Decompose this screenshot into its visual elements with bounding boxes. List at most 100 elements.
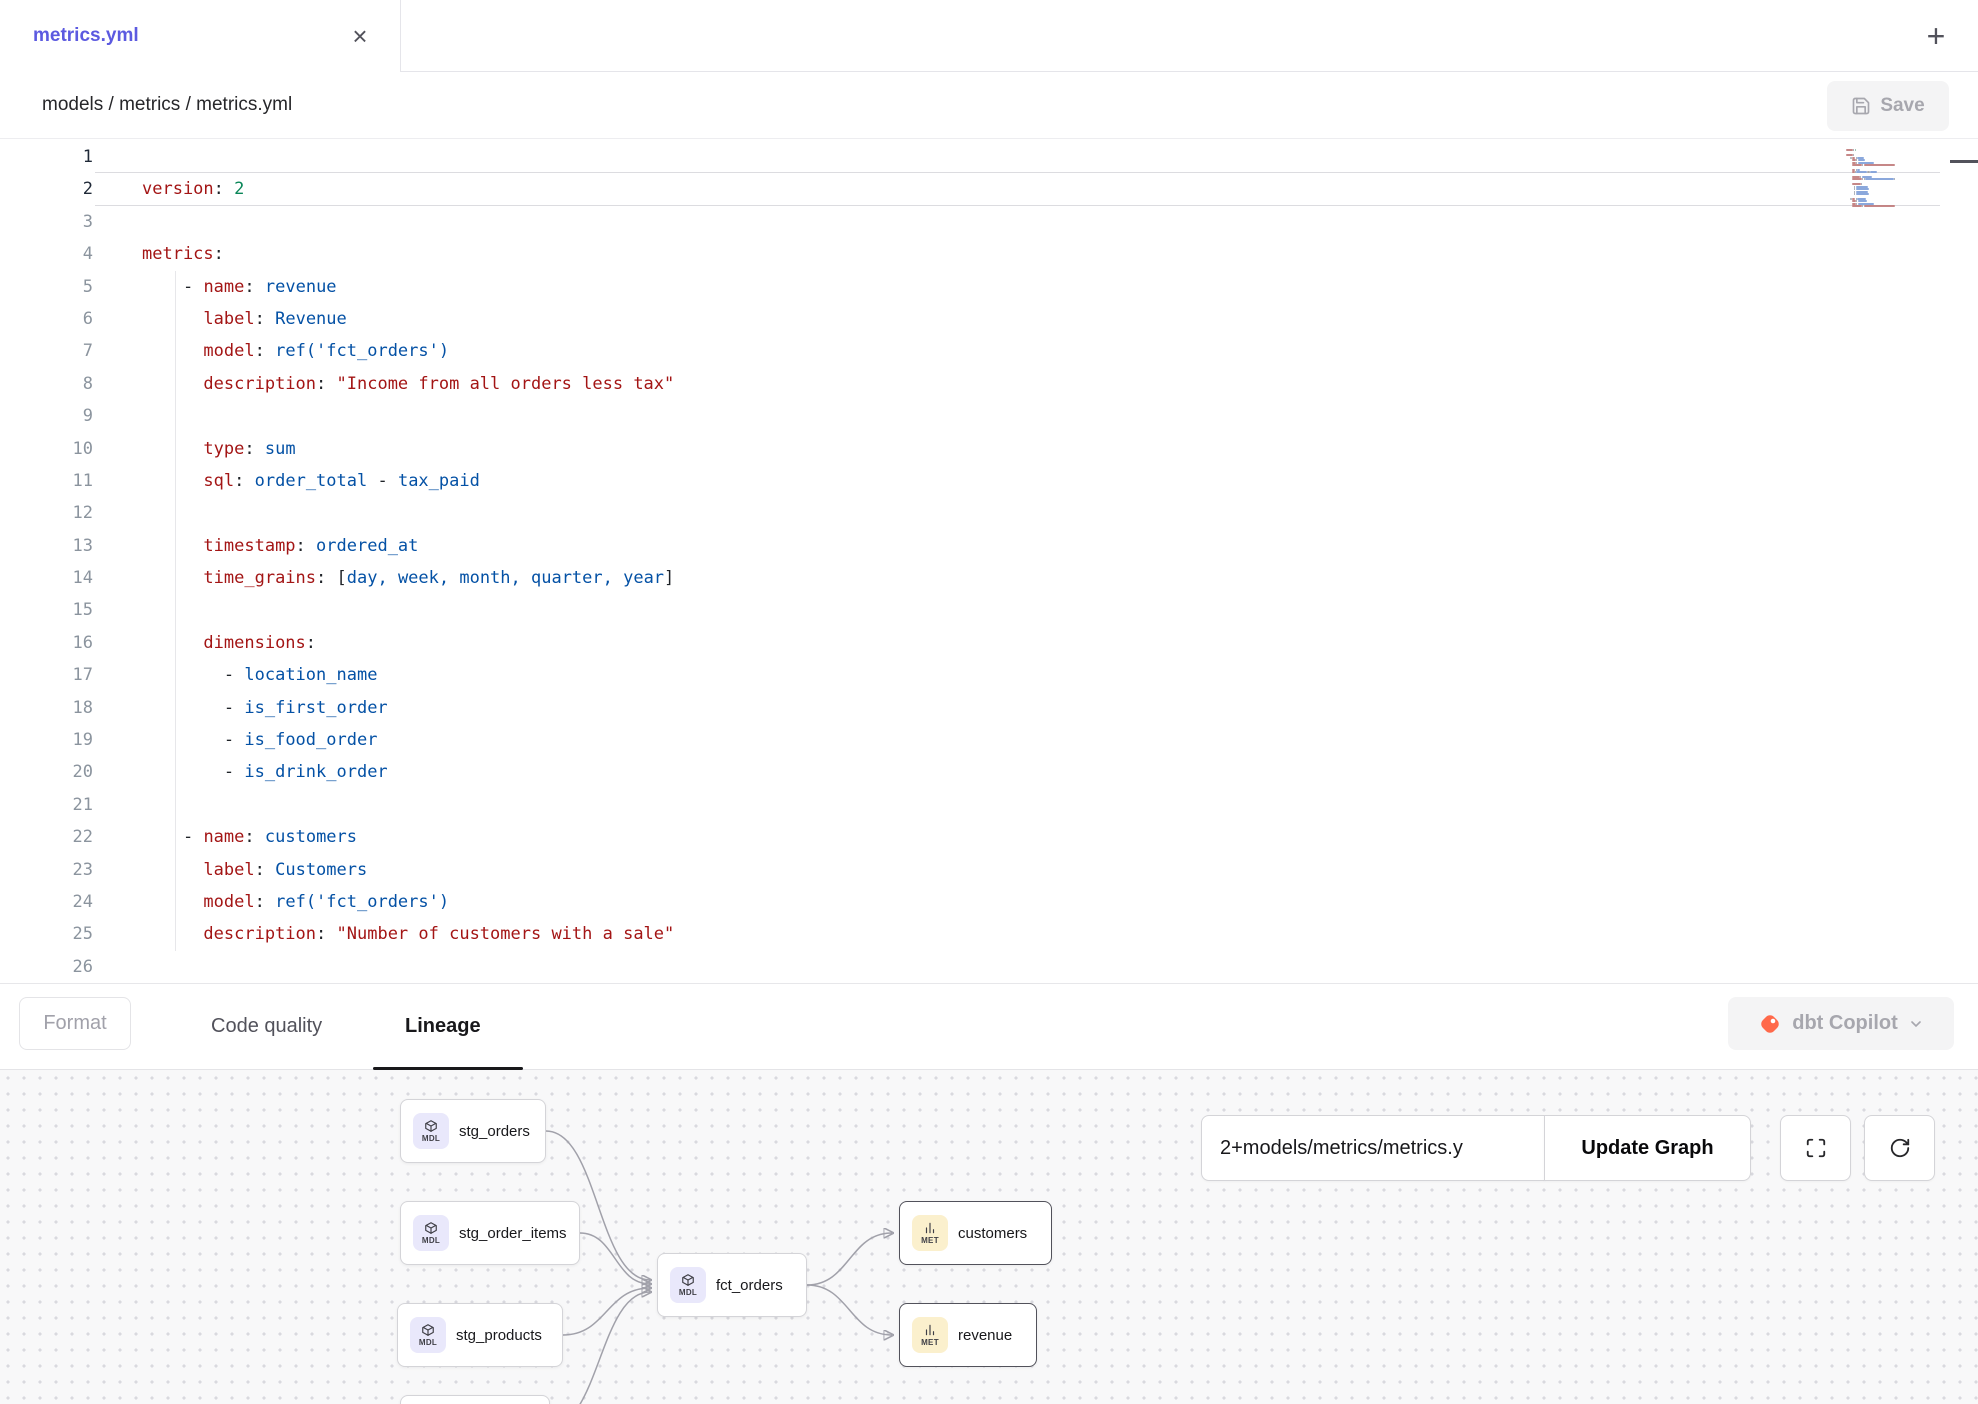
dbt-logo-icon	[1758, 1012, 1782, 1036]
code-line-20: - is_drink_order	[142, 756, 1948, 788]
code-line-17: - location_name	[142, 659, 1948, 691]
line-number: 3	[0, 206, 93, 238]
lineage-node-fct_orders[interactable]: MDL fct_orders	[657, 1253, 807, 1317]
breadcrumb: models / metrics / metrics.yml	[42, 72, 292, 138]
lineage-node-customers[interactable]: MET customers	[899, 1201, 1052, 1265]
model-icon: MDL	[413, 1113, 449, 1149]
code-line-14: time_grains: [day, week, month, quarter,…	[142, 562, 1948, 594]
line-number: 14	[0, 562, 93, 594]
format-button[interactable]: Format	[19, 997, 131, 1050]
line-number: 4	[0, 238, 93, 270]
lineage-edge	[807, 1285, 892, 1335]
code-editor[interactable]: 1234567891011121314151617181920212223242…	[0, 139, 1978, 983]
code-line-1	[142, 141, 1948, 173]
code-line-8: description: "Income from all orders les…	[142, 368, 1948, 400]
line-number: 13	[0, 530, 93, 562]
code-line-7: model: ref('fct_orders')	[142, 335, 1948, 367]
code-line-18: - is_first_order	[142, 692, 1948, 724]
line-number: 25	[0, 918, 93, 950]
breadcrumb-row: models / metrics / metrics.yml Save	[0, 72, 1978, 139]
minimap[interactable]	[1844, 145, 1896, 209]
code-line-12	[142, 497, 1948, 529]
node-label: customers	[958, 1225, 1027, 1242]
tab-strip: metrics.yml × +	[0, 0, 1978, 72]
lineage-edge	[549, 1292, 650, 1404]
tab-code-quality[interactable]: Code quality	[211, 984, 322, 1068]
code-line-4: metrics:	[142, 238, 1948, 270]
node-label: revenue	[958, 1327, 1012, 1344]
code-line-2: version: 2	[142, 173, 1948, 205]
code-line-22: - name: customers	[142, 821, 1948, 853]
metric-icon: MET	[912, 1317, 948, 1353]
refresh-icon	[1889, 1137, 1911, 1159]
lineage-node-stg_products[interactable]: MDL stg_products	[397, 1303, 563, 1367]
code-line-15	[142, 594, 1948, 626]
line-number: 11	[0, 465, 93, 497]
lineage-edge	[563, 1288, 650, 1335]
line-number: 15	[0, 594, 93, 626]
model-icon: MDL	[670, 1267, 706, 1303]
line-number: 26	[0, 951, 93, 983]
model-icon: MDL	[410, 1317, 446, 1353]
tab-title: metrics.yml	[33, 25, 139, 47]
line-number: 18	[0, 692, 93, 724]
code-line-26	[142, 951, 1948, 983]
line-number: 22	[0, 821, 93, 853]
dbt-copilot-button[interactable]: dbt Copilot	[1728, 997, 1954, 1050]
copilot-label: dbt Copilot	[1792, 1012, 1898, 1035]
line-number: 2	[0, 173, 93, 205]
code-line-5: - name: revenue	[142, 271, 1948, 303]
lineage-edge	[580, 1233, 650, 1284]
code-line-13: timestamp: ordered_at	[142, 530, 1948, 562]
lineage-selector-input[interactable]	[1201, 1115, 1545, 1181]
line-number: 23	[0, 854, 93, 886]
lineage-node-partial[interactable]: MDL	[400, 1395, 550, 1404]
code-line-3	[142, 206, 1948, 238]
line-number: 7	[0, 335, 93, 367]
chevron-down-icon	[1908, 1016, 1924, 1032]
node-label: stg_orders	[459, 1123, 530, 1140]
tab-lineage[interactable]: Lineage	[405, 984, 481, 1068]
lineage-node-stg_orders[interactable]: MDL stg_orders	[400, 1099, 546, 1163]
node-label: stg_products	[456, 1327, 542, 1344]
line-number: 1	[0, 141, 93, 173]
metric-icon: MET	[912, 1215, 948, 1251]
line-number: 24	[0, 886, 93, 918]
panel-tab-row: Format Code quality Lineage dbt Copilot	[0, 983, 1978, 1070]
line-number: 9	[0, 400, 93, 432]
gutter: 1234567891011121314151617181920212223242…	[0, 141, 93, 983]
fullscreen-icon	[1805, 1137, 1827, 1159]
code-line-25: description: "Number of customers with a…	[142, 918, 1948, 950]
code-line-11: sql: order_total - tax_paid	[142, 465, 1948, 497]
lineage-node-stg_order_items[interactable]: MDL stg_order_items	[400, 1201, 580, 1265]
line-number: 20	[0, 756, 93, 788]
code-line-23: label: Customers	[142, 854, 1948, 886]
line-number: 10	[0, 433, 93, 465]
scrollbar-handle[interactable]	[1950, 160, 1978, 163]
lineage-graph[interactable]: MDL stg_orders MDL stg_order_items MDL stg_pr…	[0, 1070, 1978, 1404]
lineage-edge	[807, 1233, 892, 1285]
node-label: stg_order_items	[459, 1225, 567, 1242]
save-label: Save	[1880, 95, 1924, 117]
refresh-button[interactable]	[1864, 1115, 1935, 1181]
code-line-19: - is_food_order	[142, 724, 1948, 756]
close-icon[interactable]: ×	[341, 17, 379, 55]
line-number: 6	[0, 303, 93, 335]
fullscreen-button[interactable]	[1780, 1115, 1851, 1181]
line-number: 19	[0, 724, 93, 756]
line-number: 12	[0, 497, 93, 529]
line-number: 16	[0, 627, 93, 659]
update-graph-button[interactable]: Update Graph	[1544, 1115, 1751, 1181]
lineage-node-revenue[interactable]: MET revenue	[899, 1303, 1037, 1367]
code-line-9	[142, 400, 1948, 432]
line-number: 8	[0, 368, 93, 400]
save-button[interactable]: Save	[1827, 81, 1949, 131]
line-number: 17	[0, 659, 93, 691]
code-line-10: type: sum	[142, 433, 1948, 465]
line-number: 21	[0, 789, 93, 821]
node-label: fct_orders	[716, 1277, 783, 1294]
new-tab-icon[interactable]: +	[1913, 15, 1959, 57]
ide-window: metrics.yml × + models / metrics / metri…	[0, 0, 1978, 1404]
code-line-16: dimensions:	[142, 627, 1948, 659]
model-icon: MDL	[413, 1215, 449, 1251]
